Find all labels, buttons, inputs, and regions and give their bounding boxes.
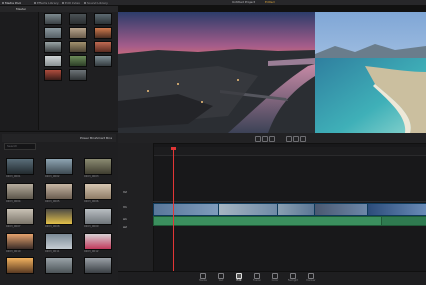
bin-sidebar [0, 12, 39, 130]
page-cut[interactable]: Cut [214, 272, 228, 283]
track-divider [153, 201, 426, 202]
tab-media-pool[interactable]: Media Pool [2, 0, 21, 5]
media-pool-icon [2, 1, 4, 4]
tab-effects-library[interactable]: Effects Library [34, 0, 59, 5]
clip-thumbnail[interactable] [45, 208, 73, 225]
media-thumbnail[interactable] [44, 55, 62, 67]
clip-thumbnail[interactable] [6, 183, 34, 200]
media-thumbnail[interactable] [69, 41, 87, 53]
playhead[interactable] [173, 147, 174, 271]
tab-edit-index[interactable]: Edit Index [62, 0, 80, 5]
edited-label: Edited [265, 0, 275, 4]
page-color[interactable]: Color [268, 272, 282, 283]
media-thumbnail[interactable] [94, 55, 112, 67]
clip-thumbnail[interactable] [45, 257, 73, 274]
timeline-ruler[interactable] [153, 147, 426, 156]
media-thumbnail[interactable] [94, 13, 112, 25]
track-label-v2[interactable]: V2 [123, 190, 127, 194]
index-icon [62, 1, 64, 4]
video-clip[interactable] [314, 203, 368, 216]
trim-tool-icon[interactable] [262, 136, 268, 142]
media-pool-grid: 0203_0001 0203_0002 0203_0003 0203_0004 … [0, 150, 118, 274]
media-thumbnail[interactable] [94, 27, 112, 39]
media-thumbnail[interactable] [44, 69, 62, 81]
bin-label: Master [16, 7, 27, 11]
clip-thumbnail[interactable] [84, 158, 112, 175]
page-media[interactable]: Media [196, 272, 210, 283]
page-fusion[interactable]: Fusion [250, 272, 264, 283]
clip-thumbnail[interactable] [6, 208, 34, 225]
page-deliver[interactable]: Deliver [304, 272, 318, 283]
media-thumbnail[interactable] [44, 27, 62, 39]
playhead-handle[interactable] [171, 147, 176, 150]
select-tool-icon[interactable] [255, 136, 261, 142]
media-thumbnail[interactable] [44, 41, 62, 53]
video-clip[interactable] [367, 203, 426, 216]
video-clip[interactable] [218, 203, 278, 216]
track-label-a2[interactable]: A2 [123, 225, 127, 229]
smart-bins-label[interactable]: Smart Bins [96, 136, 112, 140]
media-thumbnail[interactable] [69, 55, 87, 67]
clip-thumbnail[interactable] [45, 183, 73, 200]
video-clip[interactable] [277, 203, 315, 216]
link-icon[interactable] [293, 136, 299, 142]
source-viewer-image [118, 12, 315, 133]
blade-tool-icon[interactable] [269, 136, 275, 142]
media-thumbnail[interactable] [94, 41, 112, 53]
flag-icon[interactable] [300, 136, 306, 142]
clip-thumbnail[interactable] [84, 183, 112, 200]
clip-thumbnail[interactable] [45, 158, 73, 175]
clip-thumbnail[interactable] [45, 233, 73, 250]
media-thumbnails [38, 12, 118, 130]
audio-clip[interactable] [153, 216, 382, 226]
page-edit[interactable]: Edit [232, 272, 246, 283]
sound-icon [84, 1, 86, 4]
effects-icon [34, 1, 36, 4]
media-thumbnail[interactable] [69, 69, 87, 81]
page-fairlight[interactable]: Fairlight [286, 272, 300, 283]
timeline-viewer-image [315, 12, 426, 133]
project-title: Untitled Project [232, 0, 256, 4]
source-viewer[interactable] [118, 6, 315, 133]
clip-thumbnail[interactable] [84, 233, 112, 250]
clip-thumbnail[interactable] [84, 208, 112, 225]
track-label-a1[interactable]: A1 [123, 217, 127, 221]
search-input[interactable]: Search [4, 143, 36, 150]
audio-clip[interactable] [381, 216, 426, 226]
snap-icon[interactable] [286, 136, 292, 142]
tab-sound-library[interactable]: Sound Library [84, 0, 108, 5]
clip-thumbnail[interactable] [6, 257, 34, 274]
clip-thumbnail[interactable] [6, 158, 34, 175]
power-bins-label[interactable]: Power Bins [80, 136, 96, 140]
track-label-v1[interactable]: V1 [123, 205, 127, 209]
media-thumbnail[interactable] [69, 13, 87, 25]
media-thumbnail[interactable] [69, 27, 87, 39]
timeline-viewer[interactable] [315, 6, 426, 133]
clip-thumbnail[interactable] [84, 257, 112, 274]
media-thumbnail[interactable] [44, 13, 62, 25]
clip-thumbnail[interactable] [6, 233, 34, 250]
video-clip[interactable] [153, 203, 219, 216]
